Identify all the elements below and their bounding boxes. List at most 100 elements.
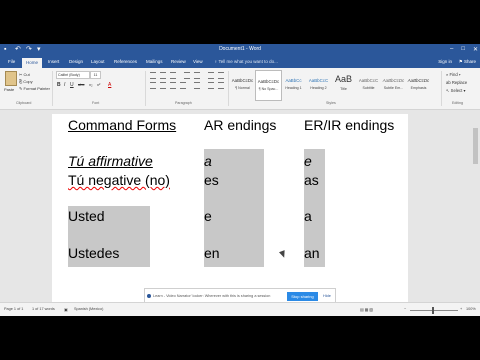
- subscript-button[interactable]: x₂: [89, 82, 93, 87]
- language-indicator[interactable]: Spanish (Mexico): [74, 307, 103, 311]
- bold-button[interactable]: B: [57, 82, 61, 88]
- tab-insert[interactable]: Insert: [48, 59, 59, 64]
- zoom-slider-knob[interactable]: [432, 307, 434, 314]
- numbering-icon[interactable]: [160, 72, 166, 79]
- style-heading-1[interactable]: AaBbCc Heading 1: [281, 70, 306, 99]
- tab-file[interactable]: File: [8, 59, 15, 64]
- minimize-icon[interactable]: –: [450, 46, 453, 53]
- italic-button[interactable]: I: [64, 82, 65, 88]
- row-label: Ustedes: [68, 245, 120, 261]
- show-marks-icon[interactable]: [218, 72, 224, 79]
- divider: [52, 71, 53, 106]
- font-name-select[interactable]: Calibri (Body): [56, 71, 90, 79]
- style-no-spacing[interactable]: AaBbCcDc ¶ No Spac...: [255, 70, 282, 101]
- title-bar: ▪ ↶ ↷ ▾ Document1 - Word – □ ✕: [0, 44, 480, 57]
- tab-home[interactable]: Home: [22, 58, 43, 68]
- style-normal[interactable]: AaBbCcDc ¶ Normal: [230, 70, 255, 99]
- bullets-icon[interactable]: [150, 72, 156, 79]
- tab-view[interactable]: View: [193, 59, 203, 64]
- paste-icon[interactable]: [5, 71, 17, 86]
- style-emphasis[interactable]: AaBbCcDc Emphasis: [406, 70, 431, 99]
- style-sample: AaB: [334, 74, 352, 84]
- borders-icon[interactable]: [218, 82, 224, 89]
- row-ar-ending: a: [204, 153, 212, 169]
- justify-icon[interactable]: [180, 82, 186, 89]
- row-label: Tú affirmative: [68, 153, 153, 169]
- zoom-slider[interactable]: [410, 310, 458, 311]
- hide-link[interactable]: Hide: [323, 294, 331, 298]
- font-group-label: Font: [92, 101, 100, 105]
- word-window: ▪ ↶ ↷ ▾ Document1 - Word – □ ✕ File Home…: [0, 44, 480, 316]
- tab-mailings[interactable]: Mailings: [146, 59, 163, 64]
- share-button[interactable]: ⚑ Share: [459, 59, 476, 65]
- style-subtitle[interactable]: AaBbCcC Subtitle: [356, 70, 381, 99]
- tab-review[interactable]: Review: [171, 59, 186, 64]
- sign-in-link[interactable]: Sign in: [438, 59, 452, 64]
- line-spacing-icon[interactable]: [194, 82, 200, 89]
- row-ar-ending: en: [204, 245, 220, 261]
- align-center-icon[interactable]: [160, 82, 166, 89]
- style-sample: AaBbCcDc: [382, 78, 405, 83]
- stop-sharing-button[interactable]: Stop sharing: [287, 292, 318, 301]
- divider: [228, 71, 229, 106]
- zoom-out-icon[interactable]: −: [404, 307, 406, 311]
- ribbon: Paste ✂ Cut ⎘ Copy ✎ Format Painter Clip…: [0, 68, 480, 110]
- vertical-scrollbar[interactable]: [471, 110, 480, 302]
- style-sample: AaBbCc: [285, 78, 302, 83]
- tab-references[interactable]: References: [114, 59, 137, 64]
- align-right-icon[interactable]: [170, 82, 176, 89]
- tab-layout[interactable]: Layout: [91, 59, 105, 64]
- replace-button[interactable]: ab Replace: [446, 80, 467, 85]
- increase-indent-icon[interactable]: [194, 72, 200, 79]
- align-left-icon[interactable]: [150, 82, 156, 89]
- decrease-indent-icon[interactable]: [184, 72, 190, 79]
- superscript-button[interactable]: x²: [97, 82, 100, 87]
- copy-button[interactable]: ⎘ Copy: [19, 79, 33, 84]
- font-color-button[interactable]: A: [108, 82, 111, 88]
- page-count[interactable]: Page 1 of 1: [4, 307, 23, 311]
- divider: [441, 71, 442, 106]
- row-er-ending: as: [304, 172, 319, 188]
- header-ar-endings: AR endings: [204, 117, 277, 133]
- row-label: Usted: [68, 208, 105, 224]
- scrollbar-thumb[interactable]: [473, 128, 478, 164]
- tab-design[interactable]: Design: [69, 59, 83, 64]
- style-name: Emphasis: [410, 86, 427, 90]
- row-label: Tú negative (no): [68, 172, 170, 188]
- style-name: ¶ No Spac...: [258, 87, 279, 91]
- font-size-select[interactable]: 11: [90, 71, 101, 79]
- word-count[interactable]: 1 of 17 words: [32, 307, 55, 311]
- row-er-ending: an: [304, 245, 320, 261]
- style-sample: AaBbCcDc: [257, 79, 280, 84]
- info-icon: [147, 294, 151, 298]
- shading-icon[interactable]: [208, 82, 214, 89]
- find-button[interactable]: ⌕ Find ▾: [446, 72, 461, 77]
- underline-button[interactable]: U: [70, 82, 74, 88]
- style-sample: AaBbCcDc: [407, 78, 430, 83]
- styles-group-label: Styles: [326, 101, 336, 105]
- editing-group-label: Editing: [452, 101, 463, 105]
- zoom-in-icon[interactable]: +: [460, 307, 462, 311]
- multilevel-list-icon[interactable]: [170, 72, 176, 79]
- style-title[interactable]: AaB Title: [331, 70, 356, 99]
- tell-me-box[interactable]: ♀ Tell me what you want to do...: [214, 59, 278, 64]
- style-heading-2[interactable]: AaBbCcC Heading 2: [306, 70, 331, 99]
- paste-button[interactable]: Paste: [4, 87, 14, 92]
- header-command-forms: Command Forms: [68, 117, 177, 133]
- sort-icon[interactable]: [208, 72, 214, 79]
- select-button[interactable]: ↖ Select ▾: [446, 88, 466, 93]
- style-subtle-emphasis[interactable]: AaBbCcDc Subtle Em...: [381, 70, 406, 99]
- row-ar-ending: es: [204, 172, 219, 188]
- view-mode-icons[interactable]: ▤ ▦ ▧: [360, 307, 373, 312]
- document-page[interactable]: Command Forms AR endings ER/IR endings T…: [52, 114, 408, 314]
- style-sample: AaBbCcDc: [231, 78, 254, 83]
- strikethrough-button[interactable]: abc: [78, 82, 84, 87]
- proofing-icon[interactable]: ▣: [64, 307, 68, 312]
- close-icon[interactable]: ✕: [473, 46, 478, 53]
- zoom-level[interactable]: 100%: [466, 307, 476, 311]
- clipboard-group-label: Clipboard: [16, 101, 32, 105]
- maximize-icon[interactable]: □: [461, 46, 465, 53]
- format-painter-button[interactable]: ✎ Format Painter: [19, 86, 50, 91]
- style-name: Heading 1: [285, 86, 302, 90]
- cut-button[interactable]: ✂ Cut: [19, 72, 30, 77]
